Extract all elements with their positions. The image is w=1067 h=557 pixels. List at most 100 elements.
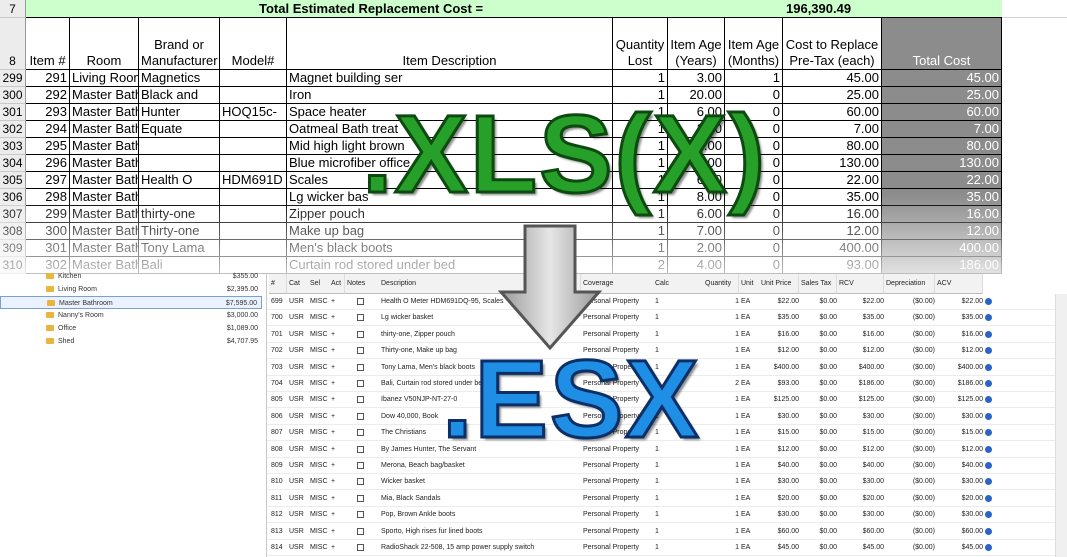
cell-cost[interactable]: 25.00 — [783, 87, 882, 104]
notes-icon[interactable] — [357, 478, 364, 486]
cell-model[interactable]: HOQ15c- — [220, 104, 287, 121]
cell-item[interactable]: 294 — [26, 121, 70, 138]
cell-item[interactable]: 297 — [26, 172, 70, 189]
esx-row[interactable]: 811 USR MISC + Mia, Black Sandals Personal Pr… — [267, 491, 1057, 507]
info-icon[interactable] — [985, 298, 992, 305]
row-header[interactable]: 302 — [0, 121, 26, 138]
esx-column-header[interactable]: Calc — [653, 274, 705, 294]
column-header-desc[interactable]: Item Description — [287, 18, 613, 70]
cell-room[interactable]: Master Bath — [70, 172, 139, 189]
cell-months[interactable]: 0 — [725, 257, 783, 274]
vertical-scrollbar[interactable] — [1055, 294, 1067, 557]
cell-qty[interactable]: 1 — [613, 223, 668, 240]
notes-icon[interactable] — [357, 330, 364, 338]
esx-column-header[interactable]: Sel — [308, 274, 330, 294]
folder-item[interactable]: Nanny's Room $3,000.00 — [0, 309, 262, 322]
info-icon[interactable] — [985, 462, 992, 469]
cell-months[interactable]: 0 — [725, 240, 783, 257]
info-icon[interactable] — [985, 445, 992, 453]
folder-item[interactable]: Master Bathroom $7,595.00 — [0, 296, 262, 309]
esx-column-header[interactable]: Act — [329, 274, 345, 294]
cell-brand[interactable] — [139, 189, 220, 206]
cell-model[interactable] — [220, 138, 287, 155]
notes-icon[interactable] — [357, 544, 364, 551]
cell-total[interactable]: 22.00 — [882, 172, 1002, 189]
folder-item[interactable]: Kitchen $355.00 — [0, 270, 262, 283]
cell-item[interactable]: 298 — [26, 189, 70, 206]
esx-row[interactable]: 810 USR MISC + Wicker basket Personal Propert… — [267, 474, 1057, 491]
esx-row[interactable]: 700 USR MISC + Lg wicker basket Personal Prop… — [267, 310, 1057, 327]
notes-icon[interactable] — [357, 347, 364, 355]
cell-total[interactable]: 25.00 — [882, 87, 1002, 104]
cell-total[interactable]: 35.00 — [882, 189, 1002, 206]
row-header[interactable]: 303 — [0, 138, 26, 155]
cell-cost[interactable]: 60.00 — [783, 104, 882, 121]
notes-icon[interactable] — [357, 511, 364, 519]
cell-brand[interactable]: Black and — [139, 87, 220, 104]
cell-total[interactable]: 12.00 — [882, 223, 1002, 240]
cell-total[interactable]: 400.00 — [882, 240, 1002, 257]
column-header-model[interactable]: Model# — [220, 18, 287, 70]
cell-cost[interactable]: 7.00 — [783, 121, 882, 138]
row-header[interactable]: 307 — [0, 206, 26, 223]
row-header[interactable]: 306 — [0, 189, 26, 206]
info-icon[interactable] — [985, 396, 992, 404]
cell-total[interactable]: 60.00 — [882, 104, 1002, 121]
info-icon[interactable] — [985, 544, 992, 551]
cell-total[interactable]: 80.00 — [882, 138, 1002, 155]
esx-column-header[interactable]: Notes — [345, 274, 381, 294]
esx-column-header[interactable]: Quantity — [703, 274, 739, 294]
notes-icon[interactable] — [357, 462, 364, 469]
notes-icon[interactable] — [357, 527, 364, 535]
cell-model[interactable] — [220, 70, 287, 87]
esx-column-header[interactable]: ACV — [935, 274, 983, 294]
cell-model[interactable] — [220, 206, 287, 223]
esx-column-header[interactable]: RCV — [837, 274, 884, 294]
cell-model[interactable] — [220, 121, 287, 138]
cell-room[interactable]: Living Room — [70, 70, 139, 87]
cell-item[interactable]: 292 — [26, 87, 70, 104]
cell-desc[interactable]: Magnet building ser — [287, 70, 613, 87]
notes-icon[interactable] — [357, 396, 364, 404]
info-icon[interactable] — [985, 363, 992, 371]
cell-brand[interactable]: thirty-one — [139, 206, 220, 223]
cell-years[interactable]: 2.00 — [668, 240, 725, 257]
cell-brand[interactable]: Magnetics — [139, 70, 220, 87]
cell-brand[interactable] — [139, 155, 220, 172]
cell-room[interactable]: Master Bath — [70, 104, 139, 121]
notes-icon[interactable] — [357, 314, 364, 322]
cell-months[interactable]: 1 — [725, 70, 783, 87]
esx-column-header[interactable]: Unit — [739, 274, 761, 294]
cell-total[interactable]: 7.00 — [882, 121, 1002, 138]
cell-total[interactable]: 186.00 — [882, 257, 1002, 274]
cell-total[interactable]: 130.00 — [882, 155, 1002, 172]
cell-item[interactable]: 296 — [26, 155, 70, 172]
row-header[interactable]: 299 — [0, 70, 26, 87]
cell-room[interactable]: Master Bath — [70, 87, 139, 104]
cell-item[interactable]: 291 — [26, 70, 70, 87]
row-header[interactable]: 300 — [0, 87, 26, 104]
cell-item[interactable]: 299 — [26, 206, 70, 223]
notes-icon[interactable] — [357, 380, 364, 387]
row-header[interactable]: 7 — [0, 0, 26, 18]
cell-qty[interactable]: 1 — [613, 70, 668, 87]
cell-room[interactable]: Master Bathroom — [70, 189, 139, 206]
row-header[interactable]: 305 — [0, 172, 26, 189]
notes-icon[interactable] — [357, 429, 364, 437]
esx-row[interactable]: 813 USR MISC + Sporto, High rises fur lined … — [267, 524, 1057, 540]
esx-row[interactable]: 814 USR MISC + RadioShack 22-508, 15 amp pow… — [267, 540, 1057, 556]
column-header-cost[interactable]: Cost to Replace Pre-Tax (each) — [783, 18, 882, 70]
info-icon[interactable] — [985, 347, 992, 355]
cell-years[interactable]: 4.00 — [668, 257, 725, 274]
esx-column-header[interactable]: # — [269, 274, 287, 294]
esx-row[interactable]: 812 USR MISC + Pop, Brown Ankle boots Persona… — [267, 507, 1057, 524]
notes-icon[interactable] — [357, 445, 364, 453]
cell-cost[interactable]: 80.00 — [783, 138, 882, 155]
cell-model[interactable] — [220, 87, 287, 104]
cell-years[interactable]: 7.00 — [668, 223, 725, 240]
info-icon[interactable] — [985, 511, 992, 519]
info-icon[interactable] — [985, 380, 992, 387]
cell-brand[interactable] — [139, 138, 220, 155]
cell-brand[interactable]: Hunter — [139, 104, 220, 121]
notes-icon[interactable] — [357, 298, 364, 305]
